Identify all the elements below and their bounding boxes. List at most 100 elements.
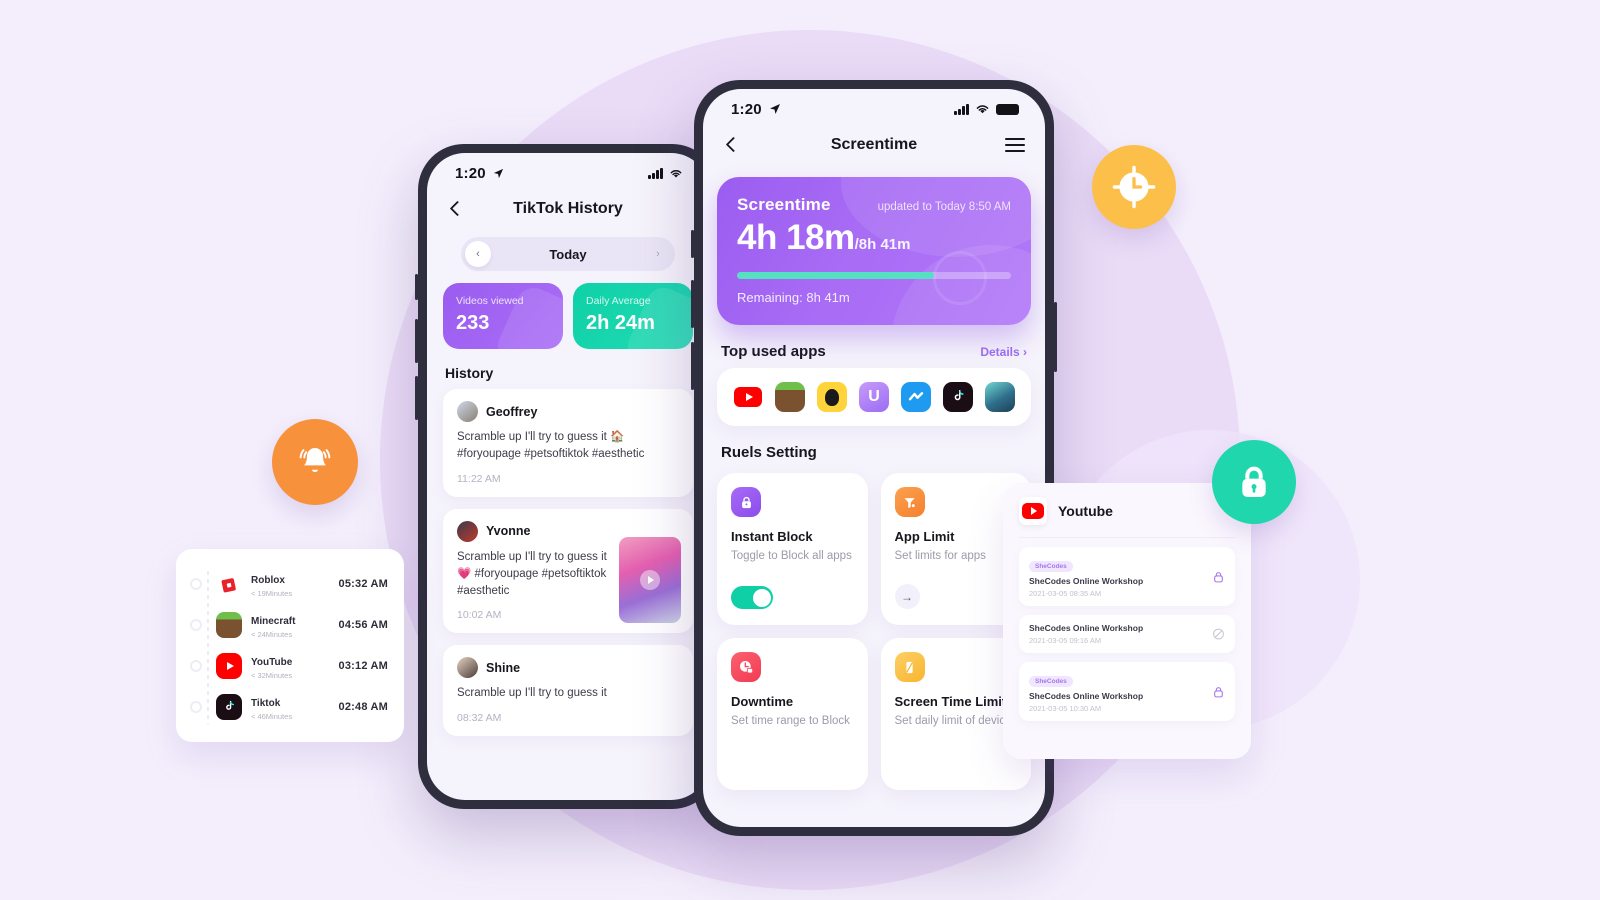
usage-text: Tiktok < 46Minutes — [251, 693, 292, 721]
poster-canvas: 1:20 TikTok History ‹ Today › Videos vie… — [0, 0, 1600, 900]
usage-row[interactable]: YouTube < 32Minutes 03:12 AM — [190, 645, 388, 686]
block-icon[interactable] — [1212, 628, 1225, 641]
app-name: Roblox — [251, 574, 285, 586]
app-limit-arrow-button[interactable]: → — [894, 584, 920, 609]
page-title: TikTok History — [513, 200, 623, 217]
main-nav-bar: Screentime — [703, 123, 1045, 167]
phone-mute-button[interactable] — [691, 230, 694, 258]
rules-grid: Instant Block Toggle to Block all apps A… — [703, 469, 1045, 804]
youtube-activity-card: Youtube SheCodes SheCodes Online Worksho… — [1003, 483, 1251, 759]
stat-value: 2h 24m — [586, 312, 655, 334]
location-arrow-icon — [493, 168, 503, 178]
stats-row: Videos viewed 233 Daily Average 2h 24m — [427, 271, 709, 349]
history-time: 08:32 AM — [457, 711, 502, 724]
history-text: Scramble up I'll try to guess it — [457, 687, 607, 700]
back-button[interactable] — [723, 136, 741, 154]
cellular-bars-icon — [954, 103, 969, 115]
youtube-card-header: Youtube — [1019, 497, 1235, 538]
lock-icon[interactable] — [1212, 685, 1225, 698]
rule-description: Set time range to Block — [731, 715, 850, 727]
instant-block-toggle[interactable] — [731, 586, 773, 609]
back-button[interactable] — [447, 200, 465, 218]
history-user-name: Geoffrey — [486, 404, 538, 419]
video-thumbnail[interactable] — [619, 536, 681, 623]
battery-full-icon — [996, 103, 1019, 115]
location-arrow-icon — [769, 104, 780, 114]
history-item[interactable]: Yvonne Scramble up I'll try to guess it … — [443, 508, 693, 634]
current-day-label: Today — [549, 246, 587, 262]
lock-icon — [731, 487, 761, 517]
app-name: Tiktok — [251, 697, 281, 709]
history-item[interactable]: Geoffrey Scramble up I'll try to guess i… — [443, 389, 693, 497]
stat-card-daily-average[interactable]: Daily Average 2h 24m — [573, 283, 693, 349]
rule-title: Screen Time Limit — [894, 694, 1007, 709]
cellular-bars-icon — [648, 167, 663, 179]
next-day-button[interactable]: › — [645, 241, 671, 267]
usage-time: 02:48 AM — [338, 700, 388, 713]
avatar — [457, 520, 478, 542]
history-text: Scramble up I'll try to guess it 💗 #fory… — [457, 550, 607, 598]
youtube-app-icon[interactable] — [733, 382, 763, 412]
rule-card-instant-block[interactable]: Instant Block Toggle to Block all apps — [717, 473, 868, 625]
app-limit-icon — [894, 487, 925, 517]
usage-row[interactable]: Roblox < 19Minutes 05:32 AM — [190, 563, 388, 604]
status-time: 1:20 — [731, 100, 762, 118]
mid-status-bar: 1:20 — [427, 153, 709, 187]
tiktok-app-icon[interactable] — [943, 382, 973, 412]
history-item[interactable]: Shine Scramble up I'll try to guess it 0… — [443, 645, 693, 736]
prev-day-button[interactable]: ‹ — [465, 241, 491, 267]
app-duration: < 32Minutes — [251, 670, 293, 680]
usage-text: YouTube < 32Minutes — [251, 652, 292, 680]
hamburger-menu-icon[interactable] — [1005, 134, 1025, 156]
lock-icon — [1242, 466, 1266, 497]
main-phone-screen: 1:20 Screentime Screentime updated to To… — [703, 89, 1045, 827]
rules-setting-header: Ruels Setting — [703, 426, 1045, 469]
u-app-icon[interactable]: U — [859, 382, 889, 412]
phone-mute-button[interactable] — [415, 274, 418, 300]
section-title: Ruels Setting — [721, 444, 817, 461]
stat-label: Videos viewed — [456, 295, 524, 307]
stat-card-videos-viewed[interactable]: Videos viewed 233 — [443, 283, 563, 349]
lock-badge — [1212, 440, 1296, 524]
timeline-dot — [190, 700, 202, 713]
day-switcher: ‹ Today › — [461, 237, 675, 271]
phone-volume-up-button[interactable] — [415, 319, 418, 363]
history-text: Scramble up I'll try to guess it 🏠#foryo… — [457, 431, 645, 461]
rule-description: Set limits for apps — [894, 550, 986, 562]
usage-text: Minecraft < 24Minutes — [251, 611, 295, 639]
usage-row[interactable]: Minecraft < 24Minutes 04:56 AM — [190, 604, 388, 645]
phone-power-button[interactable] — [1054, 302, 1057, 372]
phone-volume-up-button[interactable] — [691, 280, 694, 328]
youtube-activity-item[interactable]: SheCodes Online Workshop 2021-03-05 09:1… — [1019, 615, 1235, 653]
usage-time: 05:32 AM — [338, 577, 388, 590]
screentime-progress-fill — [737, 272, 935, 279]
rule-title: App Limit — [894, 529, 955, 544]
phone-volume-down-button[interactable] — [691, 342, 694, 390]
activity-date: 2021-03-05 08:35 AM — [1029, 589, 1102, 598]
messenger-app-icon[interactable] — [901, 382, 931, 412]
game-app-icon[interactable] — [985, 382, 1015, 412]
rule-description: Set daily limit of device — [894, 715, 1012, 727]
phone-limit-icon — [894, 652, 925, 682]
youtube-activity-item[interactable]: SheCodes SheCodes Online Workshop 2021-0… — [1019, 547, 1235, 606]
downtime-clock-icon — [731, 652, 761, 682]
youtube-activity-item[interactable]: SheCodes SheCodes Online Workshop 2021-0… — [1019, 662, 1235, 721]
history-user: Geoffrey — [457, 401, 679, 422]
phone-volume-down-button[interactable] — [415, 376, 418, 420]
minecraft-app-icon[interactable] — [775, 382, 805, 412]
clock-icon — [1112, 165, 1156, 209]
avatar — [457, 401, 478, 422]
activity-name: SheCodes Online Workshop — [1029, 576, 1144, 586]
tiktok-history-phone: 1:20 TikTok History ‹ Today › Videos vie… — [415, 144, 718, 809]
usage-row[interactable]: Tiktok < 46Minutes 02:48 AM — [190, 686, 388, 727]
youtube-app-icon — [216, 652, 242, 679]
details-link[interactable]: Details › — [980, 345, 1027, 359]
qq-app-icon[interactable] — [817, 382, 847, 412]
history-user-name: Yvonne — [486, 524, 531, 538]
screentime-progress-bar — [737, 272, 1011, 279]
rule-card-downtime[interactable]: Downtime Set time range to Block — [717, 638, 868, 790]
app-duration: < 19Minutes — [251, 588, 293, 598]
history-section-title: History — [445, 365, 494, 381]
lock-icon[interactable] — [1212, 570, 1225, 583]
wifi-icon — [670, 169, 682, 177]
